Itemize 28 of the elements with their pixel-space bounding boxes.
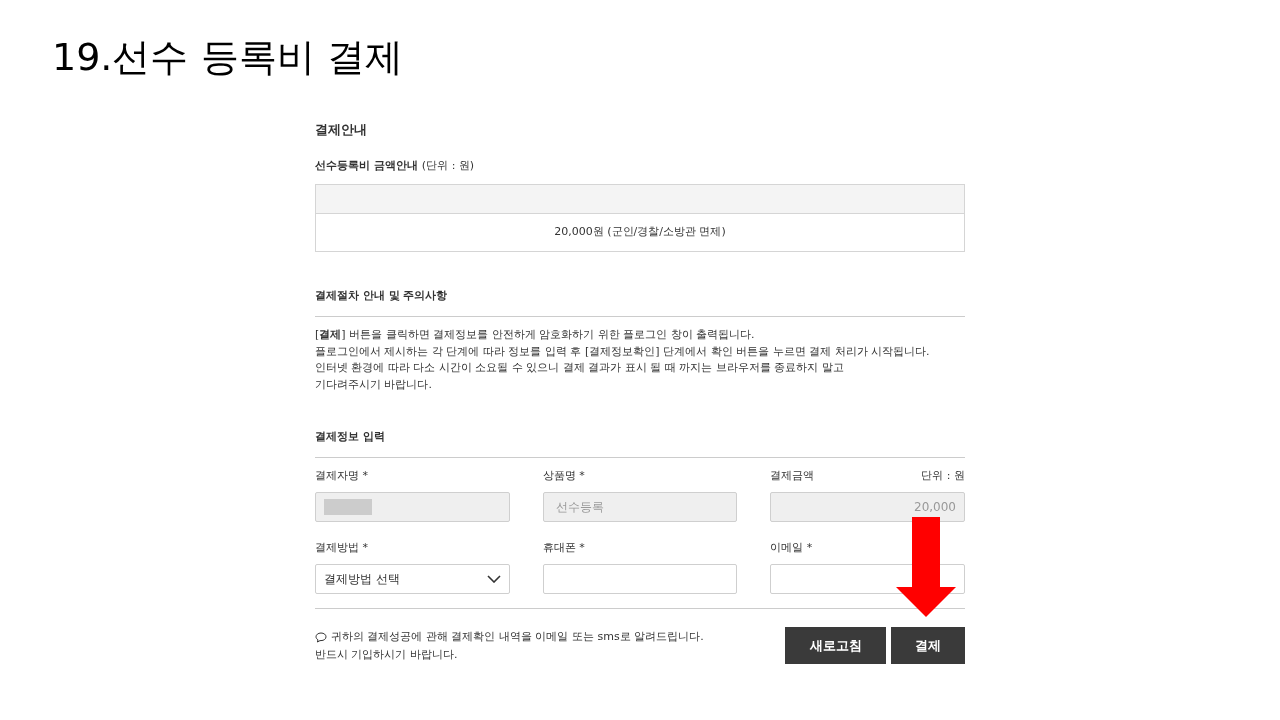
notice-text: 인터넷 환경에 따라 다소 시간이 소요될 수 있으니 결제 결과가 표시 될 때 까지는 브라우저를 종료하지 말고 [315,360,845,376]
pay-button[interactable]: 결제 [891,627,965,664]
section-title: 결제절차 안내 및 주의사항 [315,288,449,304]
field-label: 결제방법 * [315,540,368,556]
notice-text: 반드시 기입하시기 바랍니다. [315,647,459,663]
notice-text: 귀하의 결제성공에 관해 결제확인 내역을 이메일 또는 sms로 알려드립니다. [331,629,704,645]
field-label: 결제금액 [770,468,815,484]
field-label: 결제자명 * [315,468,368,484]
refresh-button[interactable]: 새로고침 [785,627,886,664]
section-title: 결제정보 입력 [315,429,386,445]
unit-text: (단위 : 원) [421,157,475,174]
field-label: 이메일 * [770,540,813,556]
field-label: 휴대폰 * [542,540,585,556]
arrow-down-icon [896,517,956,617]
redaction-block [324,499,372,515]
notice-text: 플로그인에서 제시하는 각 단계에 따라 정보를 입력 후 [결제정보확인] 단계에서 확인 버튼을 누르면 결제 처리가 시작됩니다. [315,343,931,360]
section-title: 결제안내 [315,121,368,139]
table-cell: 20,000원 (군인/경찰/소방관 면제) [554,224,726,241]
field-label: 상품명 * [542,468,585,484]
unit-text: 단위 : 원 [921,468,965,484]
input-field[interactable] [542,564,738,594]
fee-subtitle: 선수등록비 금액안내 [315,157,418,174]
notice-text: 기다려주시기 바랍니다. [315,376,433,393]
speech-bubble-icon [315,631,327,643]
slide-title: 19.선수 등록비 결제 [52,38,403,76]
chevron-down-icon [486,575,501,583]
payment-method-select[interactable]: 결제방법 선택 [315,564,510,594]
notice-text: [결제] 버튼을 클릭하면 결제정보를 안전하게 암호화하기 위한 플로그인 창이 출력됩니다. [315,327,756,343]
